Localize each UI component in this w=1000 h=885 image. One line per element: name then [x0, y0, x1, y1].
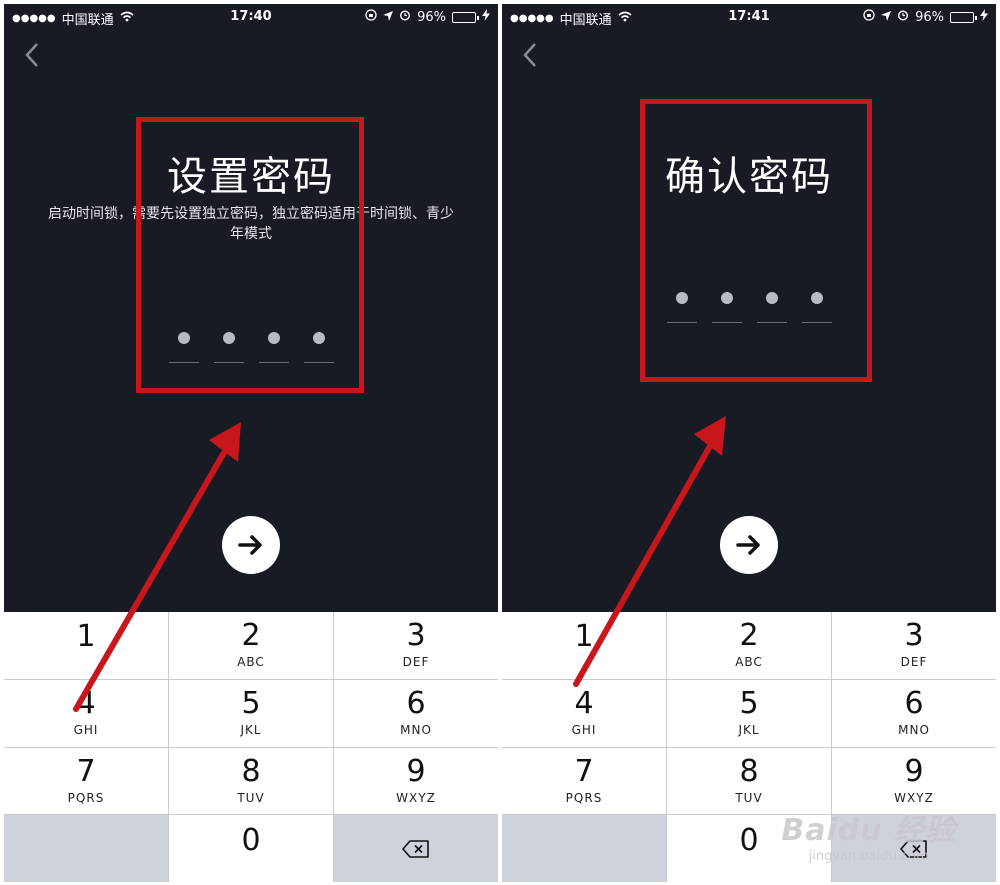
key-3[interactable]: 3 DEF [334, 612, 498, 679]
next-button[interactable] [720, 516, 778, 574]
key-9[interactable]: 9 WXYZ [334, 747, 498, 815]
status-bar: ●●●●● 中国联通 17:41 96% [502, 4, 996, 30]
key-letters: MNO [898, 723, 930, 738]
key-5[interactable]: 5 JKL [169, 679, 333, 747]
watermark-logo-text: Baidu 经验 [781, 813, 956, 848]
key-digit: 7 [76, 753, 96, 789]
status-bar: ●●●●● 中国联通 17:40 96% [4, 4, 498, 30]
key-7[interactable]: 7 PQRS [4, 747, 168, 815]
annotation-highlight-box [640, 99, 872, 382]
battery-icon [452, 11, 479, 23]
backspace-icon [402, 839, 429, 858]
key-blank [4, 815, 168, 882]
key-digit: 8 [739, 753, 759, 789]
key-2[interactable]: 2 ABC [667, 612, 831, 679]
key-5[interactable]: 5 JKL [667, 679, 831, 747]
key-digit: 6 [904, 686, 924, 722]
charging-icon [980, 9, 988, 25]
key-letters: WXYZ [396, 790, 436, 805]
key-letters: ABC [237, 655, 265, 670]
charging-icon [482, 9, 490, 25]
key-letters: JKL [240, 723, 262, 738]
key-1[interactable]: 1 [502, 612, 666, 679]
key-6[interactable]: 6 MNO [832, 679, 996, 747]
key-8[interactable]: 8 TUV [169, 747, 333, 815]
key-digit: 3 [406, 618, 426, 654]
alarm-icon [897, 9, 909, 25]
key-letters: MNO [400, 723, 432, 738]
key-letters: TUV [735, 790, 763, 805]
key-digit: 9 [904, 753, 924, 789]
back-chevron-icon[interactable] [522, 42, 538, 75]
battery-percent: 96% [417, 9, 446, 25]
key-1[interactable]: 1 [4, 612, 168, 679]
key-digit: 0 [739, 822, 759, 858]
key-digit: 5 [739, 686, 759, 722]
arrow-right-icon [736, 535, 760, 555]
key-digit: 3 [904, 618, 924, 654]
location-icon [881, 10, 892, 25]
rotation-lock-icon [365, 9, 377, 25]
back-chevron-icon[interactable] [24, 42, 40, 75]
baidu-watermark: Baidu 经验 jingyan.baidu.com [781, 805, 956, 864]
key-digit: 7 [574, 753, 594, 789]
key-digit: 2 [739, 618, 759, 654]
key-digit: 4 [76, 686, 96, 722]
key-digit: 1 [574, 619, 594, 655]
rotation-lock-icon [863, 9, 875, 25]
key-letters: DEF [900, 655, 928, 670]
battery-percent: 96% [915, 9, 944, 25]
phone-screen-confirm-password: ●●●●● 中国联通 17:41 96% 确认密码 1 2 ABC 3 DEF … [502, 4, 996, 882]
key-4[interactable]: 4 GHI [502, 679, 666, 747]
key-0[interactable]: 0 [169, 815, 333, 882]
key-6[interactable]: 6 MNO [334, 679, 498, 747]
key-digit: 2 [241, 618, 261, 654]
location-icon [383, 10, 394, 25]
annotation-highlight-box [136, 117, 364, 393]
numeric-keypad: 1 2 ABC 3 DEF 4 GHI 5 JKL 6 MNO 7 PQRS 8 TUV 9W… [4, 612, 498, 882]
key-letters: ABC [735, 655, 763, 670]
key-digit: 4 [574, 686, 594, 722]
key-digit: 1 [76, 619, 96, 655]
key-7[interactable]: 7 PQRS [502, 747, 666, 815]
key-letters: PQRS [565, 790, 603, 805]
key-4[interactable]: 4 GHI [4, 679, 168, 747]
phone-screen-set-password: ●●●●● 中国联通 17:40 96% 设置密码 启动时间锁，需要先设置独立密… [4, 4, 498, 882]
key-letters: JKL [738, 723, 760, 738]
key-letters: TUV [237, 790, 265, 805]
key-letters: PQRS [67, 790, 105, 805]
alarm-icon [399, 9, 411, 25]
backspace-key[interactable] [334, 815, 498, 882]
key-digit: 5 [241, 686, 261, 722]
key-digit: 9 [406, 753, 426, 789]
next-button[interactable] [222, 516, 280, 574]
key-digit: 8 [241, 753, 261, 789]
key-letters: GHI [571, 723, 597, 738]
key-blank [502, 815, 666, 882]
key-digit: 0 [241, 822, 261, 858]
key-letters: GHI [73, 723, 99, 738]
watermark-url: jingyan.baidu.com [808, 849, 929, 864]
battery-icon [950, 11, 977, 23]
arrow-right-icon [238, 535, 262, 555]
key-digit: 6 [406, 686, 426, 722]
key-letters: DEF [402, 655, 430, 670]
key-2[interactable]: 2 ABC [169, 612, 333, 679]
key-3[interactable]: 3 DEF [832, 612, 996, 679]
key-letters: WXYZ [894, 790, 934, 805]
